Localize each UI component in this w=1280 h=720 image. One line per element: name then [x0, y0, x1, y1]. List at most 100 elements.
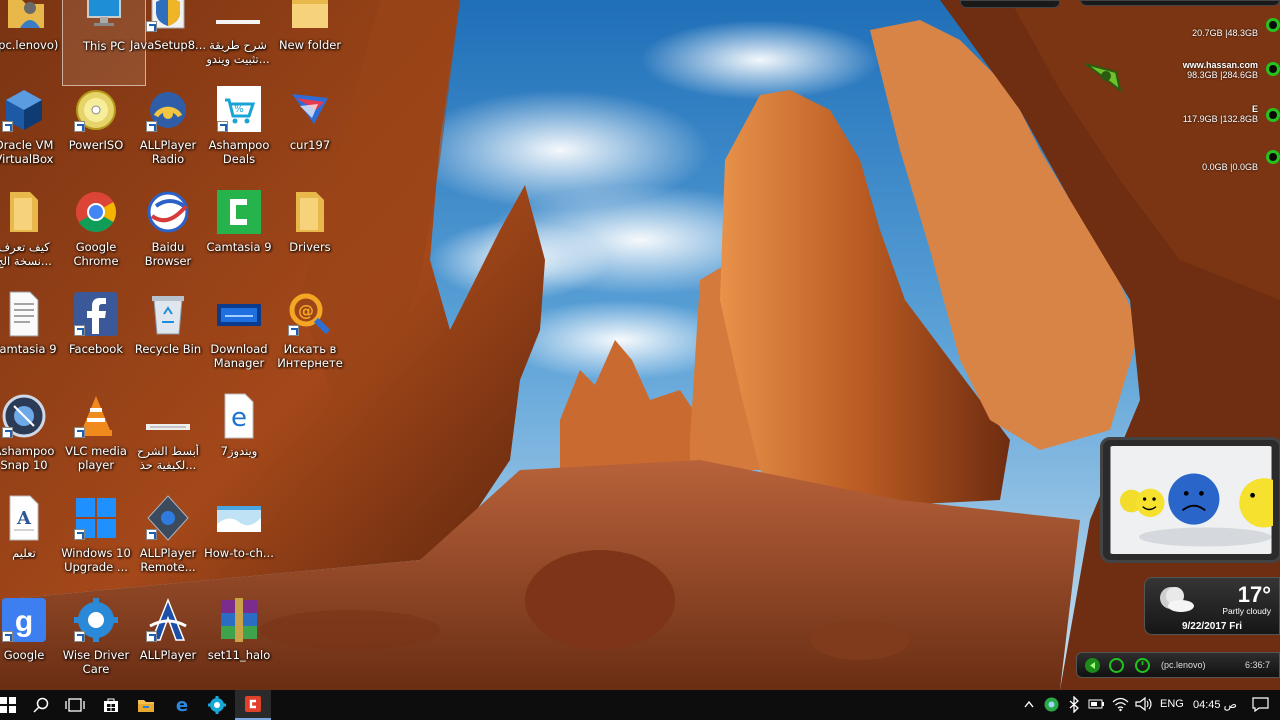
show-hidden-icons-chevron-icon[interactable] [1024, 700, 1034, 708]
taskbar-store[interactable] [93, 690, 129, 720]
svg-text:A: A [16, 508, 32, 529]
user-folder-icon [2, 0, 50, 34]
drive-usage: 117.9GB |132.8GB [1182, 114, 1258, 124]
allplayer-radio-icon [144, 86, 192, 134]
battery-icon[interactable] [1088, 697, 1106, 711]
desktop-icon-label: How-to-ch... [204, 546, 274, 560]
partly-cloudy-moon-icon [1160, 587, 1194, 612]
desktop-icon-how-to[interactable]: How-to-ch... [197, 494, 281, 594]
poweriso-icon [72, 86, 120, 134]
desktop-icon-search-web[interactable]: @ Искать в Интернете [268, 290, 352, 390]
drive-row: 0.0GB |0.0GB [1202, 162, 1258, 172]
edge-icon: e [215, 392, 263, 440]
file-explorer-icon [138, 700, 154, 712]
control-bar-uptime: 6:36:7 [1245, 660, 1271, 670]
shortcut-arrow-icon [2, 121, 13, 132]
search-button[interactable] [23, 690, 59, 720]
desktop-icon-user-folder[interactable]: (pc.lenovo) [0, 0, 68, 86]
drive-status-led-icon [1266, 18, 1280, 32]
search-web-icon: @ [286, 290, 334, 338]
desktop-icon-new-folder[interactable]: New folder [268, 0, 352, 86]
taskbar: e ENG 04:45 ص [0, 690, 1280, 720]
task-view-icon [65, 698, 85, 712]
shortcut-arrow-icon [146, 529, 157, 540]
weather-gadget[interactable]: 17° Partly cloudy 9/22/2017 Fri [1144, 577, 1280, 635]
desktop-icon-cur197[interactable]: cur197 [268, 86, 352, 186]
camtasia-icon [215, 188, 263, 236]
image-file-icon [215, 494, 263, 542]
power-icon[interactable] [1135, 658, 1150, 673]
volume-icon[interactable] [1134, 696, 1152, 712]
shortcut-arrow-icon [74, 325, 85, 336]
baidu-browser-icon [144, 188, 192, 236]
ashampoo-deals-icon: % [215, 86, 263, 134]
weather-date: 9/22/2017 Fri [1181, 621, 1243, 632]
drive-usage: 0.0GB |0.0GB [1202, 162, 1258, 172]
desktop-icon-grid: (pc.lenovo) This PC JavaSetup8... شرح طر… [0, 0, 1280, 690]
start-icon [0, 697, 16, 713]
chrome-icon [72, 188, 120, 236]
search-icon [33, 697, 49, 713]
google-icon: g [0, 596, 48, 644]
restart-icon[interactable] [1109, 658, 1124, 673]
desktop-icon-label: New folder [278, 38, 342, 52]
store-icon [104, 698, 118, 712]
drive-status-led-icon [1266, 150, 1280, 164]
system-control-gadget: (pc.lenovo) 6:36:7 [1076, 652, 1280, 678]
shortcut-arrow-icon [2, 427, 13, 438]
wifi-icon[interactable] [1112, 696, 1129, 712]
shortcut-arrow-icon [74, 427, 85, 438]
settings-app-icon [208, 696, 226, 714]
drive-name: E [1251, 104, 1258, 114]
shortcut-arrow-icon [2, 631, 13, 642]
shortcut-arrow-icon [288, 325, 299, 336]
action-center-icon[interactable] [1252, 697, 1269, 712]
svg-text:e: e [176, 696, 188, 714]
back-arrow-icon[interactable] [1085, 658, 1100, 673]
vlc-icon [72, 392, 120, 440]
bluetooth-icon[interactable] [1068, 696, 1080, 713]
drive-row: E 117.9GB |132.8GB [1183, 104, 1258, 124]
java-setup-icon [144, 0, 192, 34]
desktop-icon-label: ويندوز7 [220, 444, 258, 458]
photo-frame-gadget[interactable] [1100, 437, 1280, 563]
virtualbox-icon [0, 86, 48, 134]
taskbar-clock[interactable]: 04:45 ص [1193, 698, 1237, 711]
drive-usage: 20.7GB |48.3GB [1192, 28, 1258, 38]
windows-upgrade-icon [72, 494, 120, 542]
smiley-photo [1109, 446, 1273, 554]
svg-text:e: e [231, 403, 247, 433]
allplayer-icon [144, 596, 192, 644]
desktop-icon-drivers[interactable]: Drivers [268, 188, 352, 288]
input-language[interactable]: ENG [1160, 698, 1184, 710]
desktop-icon-label: Drivers [289, 240, 331, 254]
desktop-icon-set11-halo[interactable]: set11_halo [197, 596, 281, 696]
weather-condition: Partly cloudy [1222, 606, 1271, 616]
ashampoo-snap-icon [0, 392, 48, 440]
gadget-logo-icon [1085, 63, 1122, 93]
drive-status-led-icon [1266, 62, 1280, 76]
taskbar-settings-app[interactable] [199, 690, 235, 720]
drive-row: www.hassan.com 98.3GB |284.6GB [1183, 60, 1258, 80]
shortcut-arrow-icon [217, 121, 228, 132]
taskbar-camtasia[interactable] [235, 690, 271, 720]
shortcut-arrow-icon [74, 529, 85, 540]
svg-text:g: g [15, 605, 33, 638]
tray-app-icon[interactable] [1043, 696, 1060, 713]
task-view-button[interactable] [57, 690, 93, 720]
taskbar-file-explorer[interactable] [128, 690, 164, 720]
drive-name: www.hassan.com [1182, 60, 1258, 70]
text-file-icon [0, 290, 48, 338]
desktop-icon-windows7-link[interactable]: e ويندوز7 [197, 392, 281, 492]
desktop-icon-label: cur197 [289, 138, 331, 152]
drive-usage: 98.3GB |284.6GB [1187, 70, 1258, 80]
folder-icon [286, 0, 334, 34]
shortcut-arrow-icon [146, 631, 157, 642]
taskbar-edge[interactable]: e [164, 690, 200, 720]
camtasia-icon [245, 696, 261, 712]
desktop-icon-label: set11_halo [207, 648, 271, 662]
word-document-icon: A [0, 494, 48, 542]
allplayer-remote-icon [144, 494, 192, 542]
recycle-bin-icon [144, 290, 192, 338]
facebook-icon [72, 290, 120, 338]
